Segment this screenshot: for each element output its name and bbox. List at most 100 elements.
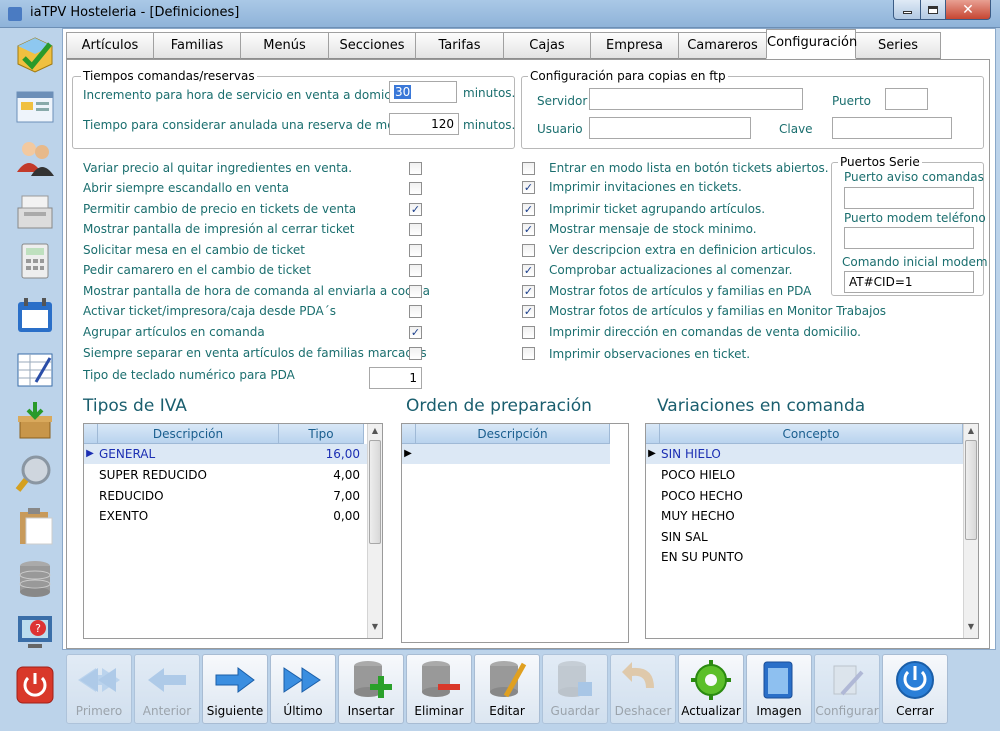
maximize-button[interactable] (920, 0, 946, 20)
scroll-thumb[interactable] (369, 440, 381, 544)
tab-articulos[interactable]: Artículos (66, 32, 154, 59)
option-checkbox[interactable] (409, 264, 422, 277)
option-checkbox[interactable] (409, 347, 422, 360)
configurar-button[interactable]: Configurar (814, 654, 880, 724)
primero-button[interactable]: Primero (66, 654, 132, 724)
column-header[interactable]: Descripción (98, 424, 279, 444)
option-checkbox[interactable] (409, 223, 422, 236)
iva-grid[interactable]: Descripción Tipo ▶ GENERAL 16,00 SUPER R… (83, 423, 383, 639)
scroll-thumb[interactable] (965, 440, 977, 540)
table-row[interactable]: ▶ (402, 444, 610, 464)
close-button[interactable]: ✕ (945, 0, 991, 20)
anterior-button[interactable]: Anterior (134, 654, 200, 724)
insertar-button[interactable]: Insertar (338, 654, 404, 724)
tab-camareros[interactable]: Camareros (678, 32, 767, 59)
table-row[interactable]: SUPER REDUCIDO 4,00 (84, 465, 368, 485)
editar-button[interactable]: Editar (474, 654, 540, 724)
calendar-icon[interactable] (14, 294, 56, 336)
option-checkbox[interactable] (522, 162, 535, 175)
scroll-up-icon[interactable]: ▲ (964, 426, 978, 440)
tab-series[interactable]: Series (855, 32, 941, 59)
iva-desc: SUPER REDUCIDO (99, 468, 207, 482)
database-icon[interactable] (14, 558, 56, 600)
option-checkbox[interactable] (409, 244, 422, 257)
table-row[interactable]: ▶ SIN HIELO (646, 444, 963, 464)
option-checkbox[interactable]: ✓ (522, 285, 535, 298)
siguiente-button[interactable]: Siguiente (202, 654, 268, 724)
usuario-field[interactable] (589, 117, 751, 139)
table-row[interactable]: EN SU PUNTO (646, 547, 963, 567)
table-row[interactable]: POCO HIELO (646, 465, 963, 485)
option-checkbox[interactable] (409, 162, 422, 175)
option-checkbox[interactable]: ✓ (522, 181, 535, 194)
servidor-field[interactable] (589, 88, 803, 110)
variacion-concepto: SIN HIELO (661, 447, 721, 461)
actualizar-button[interactable]: Actualizar (678, 654, 744, 724)
option-checkbox[interactable] (522, 244, 535, 257)
scroll-up-icon[interactable]: ▲ (368, 426, 382, 440)
table-row[interactable]: MUY HECHO (646, 506, 963, 526)
ultimo-button[interactable]: Último (270, 654, 336, 724)
table-row[interactable]: POCO HECHO (646, 486, 963, 506)
table-row[interactable]: SIN SAL (646, 527, 963, 547)
table-row[interactable]: ▶ GENERAL 16,00 (84, 444, 368, 464)
calculator-icon[interactable] (14, 240, 56, 282)
imagen-button[interactable]: Imagen (746, 654, 812, 724)
variaciones-scrollbar[interactable]: ▲ ▼ (963, 424, 978, 638)
tab-familias[interactable]: Familias (153, 32, 241, 59)
minimize-button[interactable] (893, 0, 921, 20)
tab-menus[interactable]: Menús (240, 32, 329, 59)
column-header[interactable]: Tipo (279, 424, 364, 444)
preparacion-grid[interactable]: Descripción ▶ (401, 423, 629, 643)
column-header[interactable]: Concepto (660, 424, 963, 444)
option-checkbox[interactable]: ✓ (522, 223, 535, 236)
table-row[interactable]: REDUCIDO 7,00 (84, 486, 368, 506)
option-checkbox[interactable]: ✓ (409, 326, 422, 339)
tab-secciones[interactable]: Secciones (328, 32, 416, 59)
variaciones-grid[interactable]: Concepto ▶ SIN HIELO POCO HIELO POCO HEC… (645, 423, 979, 639)
option-label: Siempre separar en venta artículos de fa… (83, 346, 427, 360)
guardar-button[interactable]: Guardar (542, 654, 608, 724)
scroll-down-icon[interactable]: ▼ (964, 622, 978, 636)
cash-register-icon[interactable] (14, 190, 56, 232)
spreadsheet-icon[interactable] (14, 348, 56, 390)
incremento-field[interactable]: 30 (389, 81, 457, 103)
cube-check-icon[interactable] (14, 34, 56, 76)
scroll-down-icon[interactable]: ▼ (368, 622, 382, 636)
deshacer-button[interactable]: Deshacer (610, 654, 676, 724)
teclado-field[interactable]: 1 (369, 367, 422, 389)
anulada-field[interactable]: 120 (389, 113, 459, 135)
tab-cajas[interactable]: Cajas (503, 32, 591, 59)
puerto-modem-field[interactable] (844, 227, 974, 249)
iva-scrollbar[interactable]: ▲ ▼ (367, 424, 382, 638)
option-checkbox[interactable] (409, 182, 422, 195)
clipboard-icon[interactable] (14, 504, 56, 546)
option-checkbox[interactable] (409, 305, 422, 318)
puerto-aviso-field[interactable] (844, 187, 974, 209)
option-checkbox[interactable] (522, 347, 535, 360)
box-download-icon[interactable] (14, 400, 56, 442)
tab-tarifas[interactable]: Tarifas (415, 32, 504, 59)
help-monitor-icon[interactable]: ? (14, 610, 56, 652)
option-checkbox[interactable]: ✓ (409, 203, 422, 216)
puerto-field[interactable] (885, 88, 928, 110)
option-checkbox[interactable] (409, 285, 422, 298)
cerrar-button[interactable]: Cerrar (882, 654, 948, 724)
tab-empresa[interactable]: Empresa (590, 32, 679, 59)
iva-tipo: 0,00 (333, 509, 360, 523)
power-icon[interactable] (14, 664, 56, 706)
tab-configuracion[interactable]: Configuración (766, 29, 857, 59)
table-row[interactable]: EXENTO 0,00 (84, 506, 368, 526)
eliminar-button[interactable]: Eliminar (406, 654, 472, 724)
teclado-label: Tipo de teclado numérico para PDA (83, 368, 295, 382)
option-checkbox[interactable]: ✓ (522, 305, 535, 318)
option-checkbox[interactable] (522, 326, 535, 339)
column-header[interactable]: Descripción (416, 424, 610, 444)
comando-modem-field[interactable]: AT#CID=1 (844, 271, 974, 293)
users-icon[interactable] (14, 136, 56, 178)
window-list-icon[interactable] (14, 86, 56, 128)
option-checkbox[interactable]: ✓ (522, 203, 535, 216)
option-checkbox[interactable]: ✓ (522, 264, 535, 277)
search-tools-icon[interactable] (14, 452, 56, 494)
clave-field[interactable] (832, 117, 952, 139)
